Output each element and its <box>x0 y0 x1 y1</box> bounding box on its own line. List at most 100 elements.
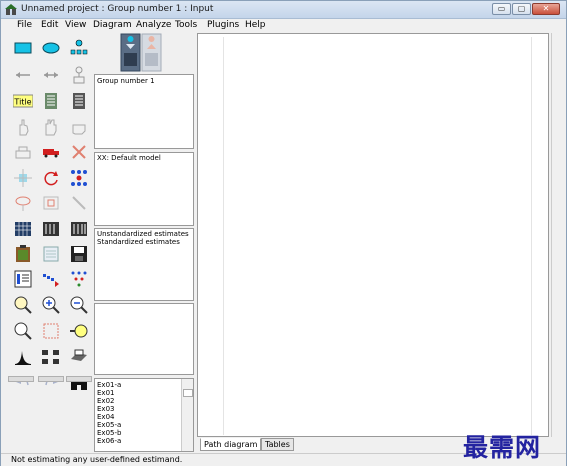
multiple-group-analysis-tool[interactable] <box>40 346 62 368</box>
hand-open-icon <box>45 119 57 136</box>
draw-observed-variable-tool[interactable] <box>12 37 34 59</box>
list-item[interactable]: Ex02 <box>97 397 114 405</box>
model-item[interactable]: XX: Default model <box>97 154 161 162</box>
tab-tables[interactable]: Tables <box>261 438 294 451</box>
erase-objects-tool[interactable] <box>68 141 90 163</box>
menu-analyze[interactable]: Analyze <box>136 20 171 30</box>
menu-diagram[interactable]: Diagram <box>93 20 132 30</box>
preserve-symmetries-tool[interactable] <box>68 268 90 290</box>
menu-edit[interactable]: Edit <box>41 20 58 30</box>
object-properties-icon <box>14 270 32 288</box>
dataset-list-icon <box>73 93 85 109</box>
toolbox-scroll-grip-2[interactable] <box>38 376 64 382</box>
figure-caption-tool[interactable]: Title <box>12 90 34 112</box>
restore-button[interactable]: ▢ <box>512 3 531 15</box>
groups-panel[interactable]: Group number 1 <box>94 74 194 149</box>
view-page-tool[interactable] <box>12 320 34 342</box>
variables-list[interactable]: Ex01-a Ex01 Ex02 Ex03 Ex04 Ex05-a Ex05-b… <box>94 378 194 452</box>
add-unique-variable-tool[interactable] <box>68 64 90 86</box>
rectangle-icon <box>14 42 32 54</box>
object-properties-tool[interactable] <box>12 268 34 290</box>
list-item[interactable]: Ex06-a <box>97 437 121 445</box>
zoom-out-tool[interactable] <box>68 294 90 316</box>
estimates-panel[interactable]: Unstandardized estimates Standardized es… <box>94 228 194 301</box>
estimate-item-standardized[interactable]: Standardized estimates <box>97 238 180 246</box>
bayesian-estimation-tool[interactable] <box>12 346 34 368</box>
title-icon: Title <box>13 94 33 108</box>
estimate-item-unstandardized[interactable]: Unstandardized estimates <box>97 230 189 238</box>
change-shape-tool[interactable] <box>12 167 34 189</box>
magic-wand-icon <box>72 196 86 210</box>
menu-help[interactable]: Help <box>245 20 266 30</box>
menu-bar: File Edit View Diagram Analyze Tools Plu… <box>1 19 566 32</box>
list-item[interactable]: Ex01 <box>97 389 114 397</box>
symmetry-tree-icon <box>71 271 87 287</box>
calculate-estimates-tool[interactable] <box>68 218 90 240</box>
distribution-peak-icon <box>15 351 31 365</box>
list-variables-in-dataset-tool[interactable] <box>68 90 90 112</box>
copy-to-clipboard-tool[interactable] <box>12 243 34 265</box>
loupe-tool[interactable] <box>68 320 90 342</box>
models-panel[interactable]: XX: Default model <box>94 152 194 226</box>
list-variables-in-model-tool[interactable] <box>40 90 62 112</box>
input-output-toggle[interactable] <box>118 33 164 73</box>
drawing-page[interactable] <box>223 37 532 435</box>
scroll-thumb[interactable] <box>183 389 193 397</box>
magnifier-page-icon <box>14 322 32 340</box>
draw-latent-with-indicators-tool[interactable] <box>68 37 90 59</box>
draw-covariance-tool[interactable] <box>40 64 62 86</box>
select-one-object-tool[interactable] <box>12 116 34 138</box>
list-item[interactable]: Ex05-b <box>97 429 121 437</box>
menu-tools[interactable]: Tools <box>175 20 197 30</box>
list-item[interactable]: Ex04 <box>97 413 114 421</box>
status-text: Not estimating any user-defined estimand… <box>11 455 183 464</box>
reposition-tool[interactable] <box>40 192 62 214</box>
calculate-estimates-icon <box>71 222 87 236</box>
drag-properties-tool[interactable] <box>40 268 62 290</box>
window-title: Unnamed project : Group number 1 : Input <box>21 4 214 14</box>
rotate-indicators-tool[interactable] <box>40 167 62 189</box>
path-diagram-canvas[interactable] <box>197 33 549 437</box>
zoom-in-tool[interactable] <box>40 294 62 316</box>
close-button[interactable]: ✕ <box>532 3 560 15</box>
list-item[interactable]: Ex05-a <box>97 421 121 429</box>
group-item[interactable]: Group number 1 <box>97 77 155 85</box>
erase-x-icon <box>72 145 86 159</box>
canvas-vertical-scrollbar[interactable] <box>551 33 563 437</box>
move-parameter-tool[interactable] <box>12 192 34 214</box>
variables-list-scrollbar[interactable] <box>181 379 193 451</box>
reposition-icon <box>43 196 59 210</box>
ellipse-icon <box>42 42 60 54</box>
data-grid-icon <box>15 222 31 236</box>
printer-icon <box>71 349 87 361</box>
save-diagram-tool[interactable] <box>68 243 90 265</box>
minimize-button[interactable]: ▭ <box>492 3 511 15</box>
draw-path-tool[interactable] <box>12 64 34 86</box>
toolbox-scroll-grip-3[interactable] <box>66 376 92 382</box>
select-all-objects-tool[interactable] <box>40 116 62 138</box>
toolbox: Title <box>4 33 92 390</box>
fit-to-page-tool[interactable] <box>40 320 62 342</box>
draw-unobserved-variable-tool[interactable] <box>40 37 62 59</box>
menu-plugins[interactable]: Plugins <box>207 20 239 30</box>
tab-path-diagram[interactable]: Path diagram <box>200 438 262 451</box>
list-item[interactable]: Ex03 <box>97 405 114 413</box>
toolbox-scroll-grip-1[interactable] <box>8 376 34 382</box>
select-data-files-tool[interactable] <box>12 218 34 240</box>
analysis-properties-icon <box>43 222 59 236</box>
menu-file[interactable]: File <box>17 20 32 30</box>
move-objects-tool[interactable] <box>40 141 62 163</box>
zoom-in-area-tool[interactable] <box>12 294 34 316</box>
menu-view[interactable]: View <box>65 20 86 30</box>
print-tool[interactable] <box>68 346 90 368</box>
clipboard-icon <box>16 245 30 262</box>
view-text-output-tool[interactable] <box>40 243 62 265</box>
list-item[interactable]: Ex01-a <box>97 381 121 389</box>
duplicate-objects-tool[interactable] <box>12 141 34 163</box>
deselect-all-objects-tool[interactable] <box>68 116 90 138</box>
copy-machine-icon <box>15 146 31 159</box>
reflect-indicators-tool[interactable] <box>68 167 90 189</box>
analysis-properties-tool[interactable] <box>40 218 62 240</box>
hand-one-finger-icon <box>19 119 29 136</box>
touch-up-variable-tool[interactable] <box>68 192 90 214</box>
